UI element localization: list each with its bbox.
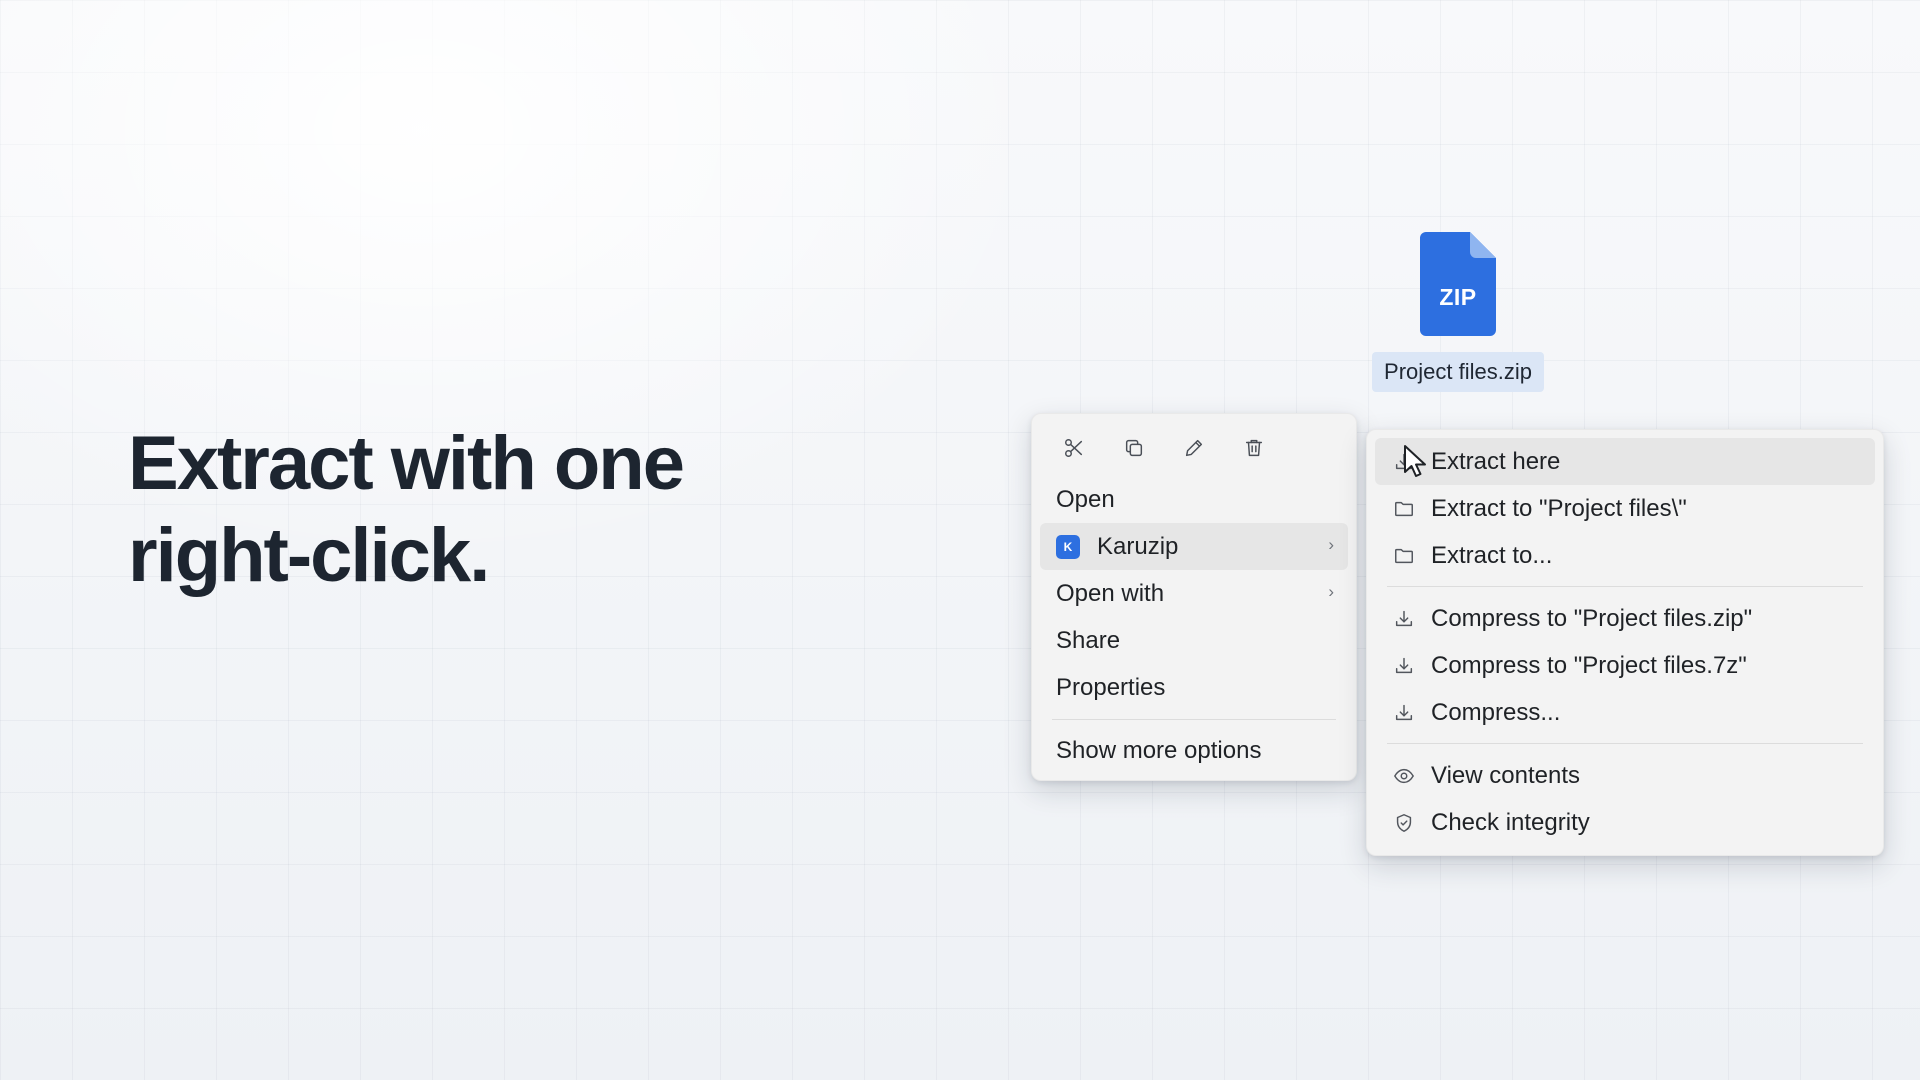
submenu-item-label: Compress to "Project files.7z" (1431, 651, 1747, 679)
menu-item-label: Open with (1056, 579, 1165, 607)
submenu-item-compress-zip[interactable]: Compress to "Project files.zip" (1375, 595, 1875, 642)
menu-item-label: Share (1056, 626, 1121, 654)
rename-button[interactable] (1176, 430, 1212, 466)
karuzip-icon: K (1056, 534, 1080, 559)
download-icon (1391, 606, 1417, 632)
zip-badge: ZIP (1439, 284, 1477, 310)
menu-item-properties[interactable]: Properties (1040, 664, 1348, 711)
submenu-item-label: Extract to... (1431, 541, 1553, 569)
zip-file-icon[interactable]: ZIP (1420, 232, 1496, 336)
headline-line-2: right-click. (128, 513, 490, 598)
context-menu-toolbar (1040, 424, 1348, 476)
menu-divider (1052, 719, 1336, 720)
menu-item-open-with[interactable]: Open with › (1040, 570, 1348, 617)
submenu-item-label: Compress to "Project files.zip" (1431, 604, 1753, 632)
submenu-item-label: Check integrity (1431, 808, 1590, 836)
chevron-right-icon: › (1328, 535, 1334, 554)
karuzip-submenu: Extract here Extract to "Project files\"… (1366, 429, 1884, 856)
submenu-item-extract-here[interactable]: Extract here (1375, 438, 1875, 485)
menu-item-label: Karuzip (1097, 532, 1179, 560)
submenu-item-compress-7z[interactable]: Compress to "Project files.7z" (1375, 642, 1875, 689)
download-icon (1391, 653, 1417, 679)
headline-line-1: Extract with one (128, 421, 685, 506)
submenu-item-extract-to-folder[interactable]: Extract to "Project files\" (1375, 485, 1875, 532)
menu-item-share[interactable]: Share (1040, 617, 1348, 664)
file-name-label[interactable]: Project files.zip (1372, 352, 1544, 392)
headline: Extract with one right-click. (128, 418, 685, 602)
delete-button[interactable] (1236, 430, 1272, 466)
submenu-item-compress[interactable]: Compress... (1375, 689, 1875, 736)
menu-divider (1387, 743, 1863, 744)
menu-item-open[interactable]: Open (1040, 476, 1348, 523)
menu-item-karuzip[interactable]: K Karuzip › (1040, 523, 1348, 570)
menu-item-label: Show more options (1056, 736, 1262, 764)
scissors-icon (1065, 439, 1083, 457)
menu-item-label: Properties (1056, 673, 1166, 701)
submenu-item-extract-to[interactable]: Extract to... (1375, 532, 1875, 579)
eye-icon (1391, 763, 1417, 789)
submenu-item-label: Extract to "Project files\" (1431, 494, 1687, 522)
chevron-right-icon: › (1328, 582, 1334, 601)
shield-check-icon (1391, 810, 1417, 836)
copy-button[interactable] (1116, 430, 1152, 466)
menu-item-show-more-options[interactable]: Show more options (1040, 727, 1348, 774)
download-icon (1391, 700, 1417, 726)
zip-file[interactable]: ZIP Project files.zip (1365, 232, 1551, 392)
mouse-cursor-icon (1404, 445, 1426, 477)
cut-button[interactable] (1056, 430, 1092, 466)
menu-divider (1387, 586, 1863, 587)
submenu-item-label: Extract here (1431, 447, 1561, 475)
submenu-item-label: View contents (1431, 761, 1580, 789)
folder-icon (1391, 496, 1417, 522)
copy-icon (1125, 439, 1143, 457)
trash-icon (1245, 439, 1263, 457)
submenu-item-label: Compress... (1431, 698, 1561, 726)
submenu-item-check-integrity[interactable]: Check integrity (1375, 799, 1875, 846)
submenu-item-view-contents[interactable]: View contents (1375, 752, 1875, 799)
context-menu: Open K Karuzip › Open with › Share Prope… (1031, 413, 1357, 781)
pencil-icon (1185, 439, 1203, 457)
folder-icon (1391, 543, 1417, 569)
menu-item-label: Open (1056, 485, 1115, 513)
